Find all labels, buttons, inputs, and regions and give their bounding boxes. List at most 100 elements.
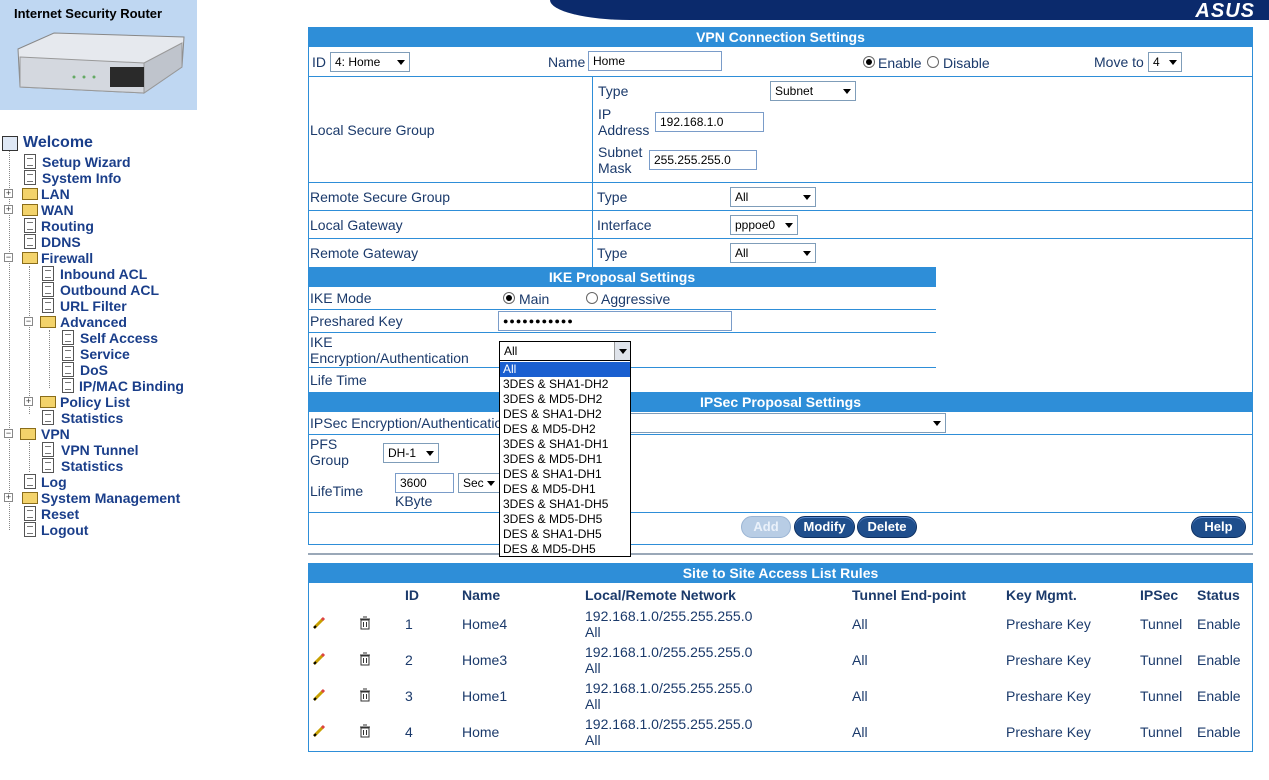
document-icon	[24, 474, 36, 489]
ike-main-label: Main	[519, 291, 550, 307]
dropdown-option[interactable]: 3DES & SHA1-DH5	[500, 497, 630, 512]
document-icon	[24, 522, 36, 537]
product-banner: Internet Security Router	[0, 0, 197, 110]
ike-mode-label: IKE Mode	[310, 290, 372, 306]
ike-settings-title: IKE Proposal Settings	[308, 267, 936, 287]
dropdown-option[interactable]: DES & MD5-DH5	[500, 542, 630, 557]
section-divider	[308, 553, 1253, 555]
dropdown-option[interactable]: DES & SHA1-DH2	[500, 407, 630, 422]
add-button[interactable]: Add	[741, 516, 791, 538]
preshared-key-label: Preshared Key	[310, 313, 403, 329]
remote-gateway-type-select[interactable]: All	[730, 243, 816, 263]
ike-encryption-options[interactable]: All 3DES & SHA1-DH2 3DES & MD5-DH2 DES & SH…	[499, 360, 631, 557]
header-bar	[550, 0, 1269, 20]
delete-trash-icon[interactable]	[358, 688, 372, 702]
move-to-select[interactable]: 4	[1148, 52, 1182, 72]
column-header-endpoint: Tunnel End-point	[852, 587, 967, 603]
name-input[interactable]: Home	[588, 51, 722, 71]
delete-button[interactable]: Delete	[857, 516, 917, 538]
router-image	[17, 32, 185, 94]
column-header-key-mgmt: Key Mgmt.	[1006, 587, 1077, 603]
id-select[interactable]: 4: Home	[330, 52, 410, 72]
navigation-tree: Welcome Setup Wizard System Info + LAN +…	[0, 132, 300, 772]
row-id: 3	[405, 688, 413, 704]
divider	[308, 182, 1253, 183]
expand-icon[interactable]: +	[4, 189, 13, 198]
column-header-network: Local/Remote Network	[585, 587, 736, 603]
dropdown-option[interactable]: DES & MD5-DH2	[500, 422, 630, 437]
delete-trash-icon[interactable]	[358, 724, 372, 738]
edit-pencil-icon[interactable]	[312, 652, 326, 666]
chevron-down-icon	[803, 195, 811, 200]
row-key-mgmt: Preshare Key	[1006, 688, 1091, 704]
row-status: Enable	[1197, 652, 1241, 668]
edit-pencil-icon[interactable]	[312, 688, 326, 702]
subnet-mask-label: Subnet Mask	[598, 144, 643, 176]
collapse-icon[interactable]: −	[24, 317, 33, 326]
dropdown-option[interactable]: DES & SHA1-DH1	[500, 467, 630, 482]
chevron-down-icon	[619, 349, 627, 354]
expand-icon[interactable]: +	[4, 205, 13, 214]
preshared-key-input[interactable]: ●●●●●●●●●●●	[498, 311, 732, 331]
enable-radio[interactable]	[863, 56, 875, 68]
modify-button[interactable]: Modify	[794, 516, 855, 538]
document-icon	[62, 378, 74, 393]
ike-aggressive-label: Aggressive	[601, 291, 671, 307]
row-id: 2	[405, 652, 413, 668]
document-icon	[42, 458, 54, 473]
ike-main-radio[interactable]	[503, 292, 515, 304]
edit-pencil-icon[interactable]	[312, 724, 326, 738]
document-icon	[24, 170, 36, 185]
row-key-mgmt: Preshare Key	[1006, 724, 1091, 740]
dropdown-button[interactable]	[614, 342, 630, 360]
disable-radio[interactable]	[927, 56, 939, 68]
ip-address-input[interactable]: 192.168.1.0	[655, 112, 764, 132]
row-ipsec: Tunnel	[1140, 724, 1183, 740]
rules-title: Site to Site Access List Rules	[308, 563, 1253, 583]
dropdown-option[interactable]: 3DES & MD5-DH1	[500, 452, 630, 467]
local-secure-group-label: Local Secure Group	[310, 122, 435, 138]
enable-label: Enable	[878, 55, 922, 71]
divider	[308, 332, 936, 333]
chevron-down-icon	[843, 89, 851, 94]
chevron-down-icon	[397, 60, 405, 65]
dropdown-option[interactable]: All	[500, 362, 630, 377]
divider	[308, 309, 936, 310]
dropdown-option[interactable]: 3DES & MD5-DH5	[500, 512, 630, 527]
chevron-down-icon	[803, 251, 811, 256]
interface-label: Interface	[597, 217, 652, 233]
collapse-icon[interactable]: −	[4, 429, 13, 438]
row-remote-network: All	[585, 660, 601, 676]
computer-icon	[2, 136, 18, 151]
edit-pencil-icon[interactable]	[312, 616, 326, 630]
dropdown-option[interactable]: 3DES & SHA1-DH2	[500, 377, 630, 392]
name-label: Name	[548, 54, 586, 70]
vendor-logo: ASUS	[1195, 0, 1255, 22]
collapse-icon[interactable]: −	[4, 253, 13, 262]
ike-encryption-select[interactable]: All	[499, 341, 631, 361]
row-endpoint: All	[852, 724, 868, 740]
dropdown-option[interactable]: 3DES & SHA1-DH1	[500, 437, 630, 452]
delete-trash-icon[interactable]	[358, 652, 372, 666]
local-type-select[interactable]: Subnet	[770, 81, 856, 101]
row-name: Home	[462, 724, 500, 740]
column-header-id: ID	[405, 587, 419, 603]
remote-secure-group-label: Remote Secure Group	[310, 189, 451, 205]
row-status: Enable	[1197, 724, 1241, 740]
expand-icon[interactable]: +	[24, 397, 33, 406]
delete-trash-icon[interactable]	[358, 616, 372, 630]
row-endpoint: All	[852, 688, 868, 704]
dropdown-option[interactable]: 3DES & MD5-DH2	[500, 392, 630, 407]
interface-select[interactable]: pppoe0	[730, 215, 798, 235]
dropdown-option[interactable]: DES & SHA1-DH5	[500, 527, 630, 542]
remote-type-select[interactable]: All	[730, 187, 816, 207]
subnet-mask-input[interactable]: 255.255.255.0	[649, 150, 757, 170]
help-button[interactable]: Help	[1191, 516, 1246, 538]
row-key-mgmt: Preshare Key	[1006, 652, 1091, 668]
ike-aggressive-radio[interactable]	[586, 292, 598, 304]
dropdown-option[interactable]: DES & MD5-DH1	[500, 482, 630, 497]
row-id: 1	[405, 616, 413, 632]
expand-icon[interactable]: +	[4, 493, 13, 502]
document-icon	[42, 442, 54, 457]
row-remote-network: All	[585, 732, 601, 748]
